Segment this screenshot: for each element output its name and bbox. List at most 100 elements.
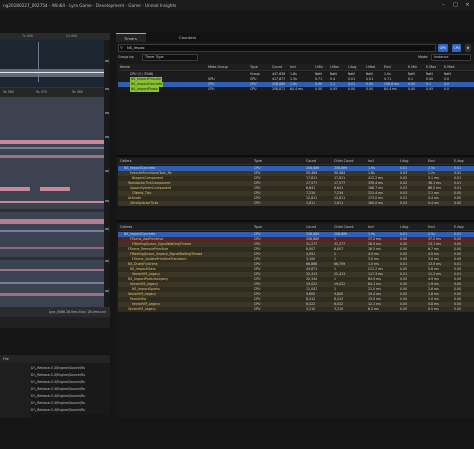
mode-select[interactable]: Instance [431, 54, 471, 61]
log-header[interactable]: File [0, 355, 110, 363]
mode-label: Mode: [418, 55, 429, 59]
column-header[interactable]: Child Count [334, 224, 354, 231]
timer-name: NS_ImpactPhase [130, 87, 159, 92]
callee-value: 0.5 ms [428, 307, 439, 311]
column-header[interactable]: Child Count [334, 158, 354, 165]
column-header[interactable]: Incl [368, 224, 374, 231]
column-header[interactable]: I.Med [366, 64, 375, 71]
column-header[interactable]: Type [250, 64, 258, 71]
column-header[interactable]: Count [272, 64, 282, 71]
column-header[interactable]: Incl [290, 64, 296, 71]
timer-row[interactable]: NS_ImpactPhase CPU CPU 208,871 84.4 ms 0.00 0.… [118, 87, 474, 92]
timer-value: 0.05 [426, 87, 434, 91]
callee-value: 6.2 ms [368, 307, 379, 311]
timer-value: 0.00 [366, 87, 374, 91]
timeline-status: Lyra_0066 28.0ms Excl: 28.0ms Incl [0, 307, 110, 317]
track-ruler-label: 9s 580 [72, 90, 83, 94]
caller-row[interactable]: QEntityActorTicks CPU 1,611 1,611 160.0 ms 0.… [118, 201, 474, 206]
timer-value: 208,871 [272, 87, 286, 91]
group-by-label: Group by: [118, 55, 135, 59]
timer-value: 0.0 [444, 87, 450, 91]
column-header[interactable]: I.Avg [400, 158, 408, 165]
splitter[interactable] [116, 220, 474, 222]
timer-value: 84.4 ms [384, 87, 397, 91]
caller-value: 160.0 ms [368, 201, 383, 205]
caller-value: CPU [254, 201, 261, 205]
timer-value: 0.00 [315, 87, 323, 91]
cpu-filter-toggle[interactable]: CPU [452, 44, 462, 52]
callee-value: 0.00 [454, 307, 462, 311]
column-header[interactable]: Count [306, 224, 316, 231]
ruler-label: 21.000 [66, 34, 78, 38]
group-by-select[interactable]: Timer Type [142, 54, 198, 61]
log-line[interactable]: D:\_Release-5.4\Engine\Source\Ru [31, 366, 85, 370]
tab-label: Timers [124, 36, 137, 41]
frames-ruler[interactable]: 7s 000 21.000 [0, 33, 110, 40]
caller-value: 1,611 [306, 201, 316, 205]
log-line[interactable]: D:\_Release-5.4\Engine\Source\Ru [31, 380, 85, 384]
column-header[interactable]: Excl [384, 64, 391, 71]
tab-bar: Timers Counters [116, 33, 474, 42]
splitter[interactable] [116, 155, 474, 157]
column-header[interactable]: Excl [428, 224, 435, 231]
column-header[interactable]: Name [120, 64, 130, 71]
column-header[interactable]: E.Min [408, 64, 417, 71]
settings-icon[interactable]: ⚙ [465, 44, 471, 52]
track-ruler-label: 9s 560 [3, 90, 14, 94]
column-header[interactable]: Type [254, 224, 262, 231]
log-line[interactable]: D:\_Release-5.4\Engine\Source\Ru [31, 373, 85, 377]
callee-row[interactable]: VectorVM_Legacy CPU 3,210 3,210 6.2 ms 0.00 0.… [118, 307, 474, 312]
window-title: ng20180227_002754 - Win64 - Lyra Game - … [0, 0, 474, 11]
log-gutter [0, 363, 31, 418]
column-header[interactable]: Incl [368, 158, 374, 165]
close-icon[interactable]: × [461, 0, 474, 11]
column-header[interactable]: I.Avg [348, 64, 356, 71]
frame-graph[interactable] [0, 40, 104, 87]
caller-value: 0.00 [454, 201, 462, 205]
callee-table-header: Callees Type Count Child Count Incl I.Avg Excl… [118, 224, 474, 231]
tab-counters[interactable]: Counters [171, 33, 207, 42]
timers-table-header: Name Meta Group Type Count Incl I.Min I.Max I.A… [118, 64, 474, 71]
column-header[interactable]: E.Max [426, 64, 436, 71]
search-icon: ⚲ [120, 45, 123, 50]
column-header[interactable]: Callees [120, 224, 132, 231]
timeline-toolbar[interactable]: 9s 560 9s 570 9s 580 [0, 87, 104, 97]
callee-value: 3,210 [334, 307, 344, 311]
column-header[interactable]: I.Avg [400, 224, 408, 231]
tab-timers[interactable]: Timers [116, 33, 146, 42]
caller-value: 0.4 ms [428, 201, 439, 205]
column-header[interactable]: E.Avg [454, 158, 464, 165]
callee-name: VectorVM_Legacy [128, 307, 156, 311]
timer-value: 84.4 ms [290, 87, 303, 91]
column-header[interactable]: Excl [428, 158, 435, 165]
timer-search-input[interactable]: NS_Impac [118, 44, 436, 52]
column-header[interactable]: Callers [120, 158, 132, 165]
caller-table-header: Callers Type Count Child Count Incl I.Avg Excl… [118, 158, 474, 165]
caller-value: 1,611 [334, 201, 344, 205]
callee-value: CPU [254, 307, 261, 311]
timeline-scrollbar[interactable] [104, 40, 110, 312]
timer-value: CPU [208, 87, 215, 91]
log-line[interactable]: D:\_Release-5.4\Engine\Source\Ru [31, 408, 85, 412]
timer-value: 0.05 [330, 87, 338, 91]
caller-value: 0.03 [400, 201, 408, 205]
callee-value: 3,210 [306, 307, 316, 311]
log-line[interactable]: D:\_Release-5.4\Engine\Source\Ru [31, 401, 85, 405]
track-ruler-label: 9s 570 [36, 90, 47, 94]
column-header[interactable]: Meta Group [208, 64, 228, 71]
ruler-label: 7s 000 [22, 34, 33, 38]
log-line[interactable]: D:\_Release-5.4\Engine\Source\Ru [31, 394, 85, 398]
column-header[interactable]: I.Min [315, 64, 323, 71]
log-line[interactable]: D:\_Release-5.4\Engine\Source\Ru [31, 387, 85, 391]
column-header[interactable]: E.Med [444, 64, 454, 71]
timer-value: CPU [250, 87, 257, 91]
column-header[interactable]: I.Max [330, 64, 339, 71]
callee-value: 0.00 [400, 307, 408, 311]
timer-value: 0.00 [348, 87, 356, 91]
tab-label: Counters [179, 35, 197, 40]
column-header[interactable]: Type [254, 158, 262, 165]
timing-tracks[interactable] [0, 97, 104, 307]
gpu-filter-toggle[interactable]: GPU [438, 44, 448, 52]
column-header[interactable]: E.Avg [454, 224, 464, 231]
column-header[interactable]: Count [306, 158, 316, 165]
